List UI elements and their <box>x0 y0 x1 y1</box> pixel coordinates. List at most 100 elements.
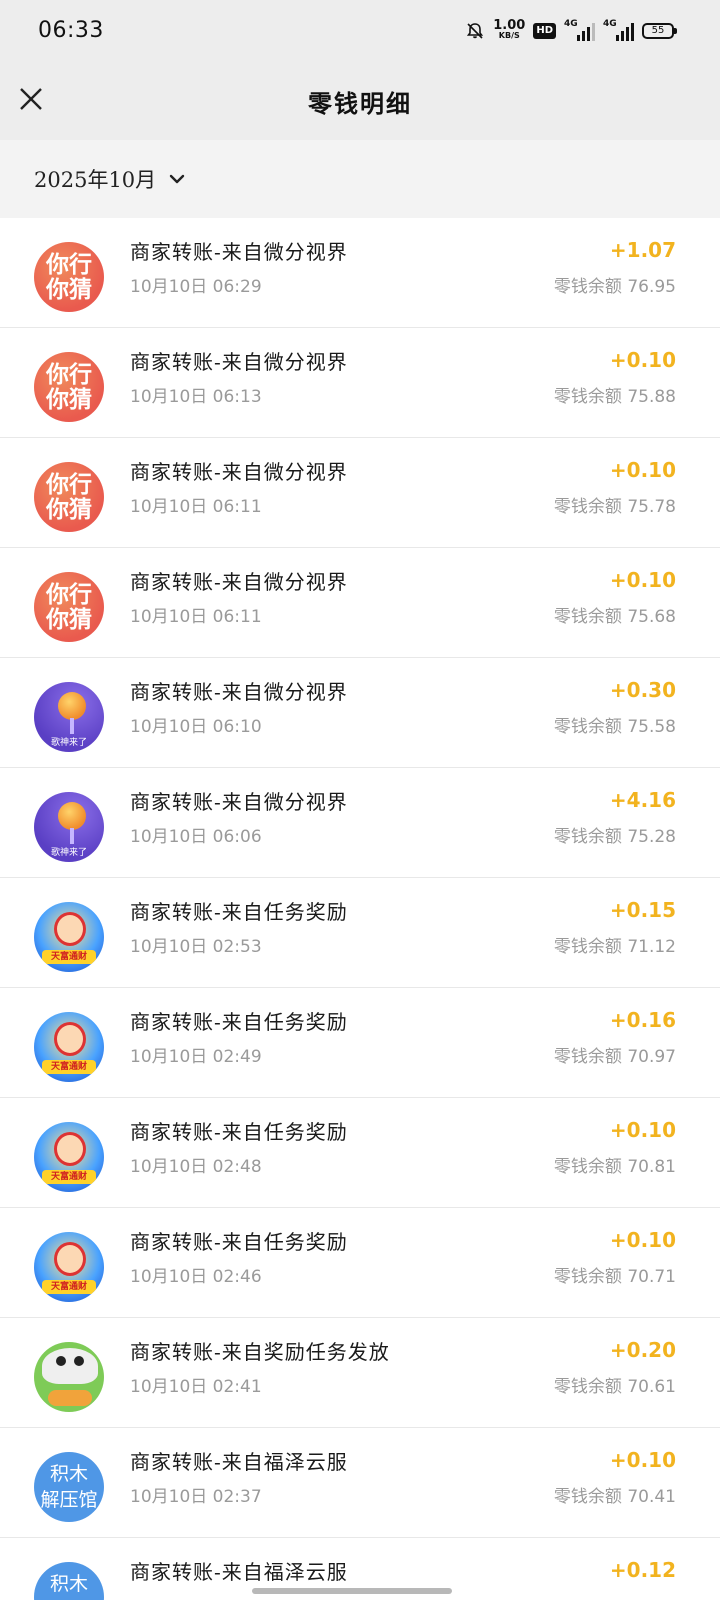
transaction-balance: 零钱余额 70.97 <box>553 1047 676 1067</box>
signal-label-sim1: 4G <box>564 19 578 29</box>
frog-veg <box>48 1390 92 1406</box>
merchant-avatar-fortune-god: 天富通财 <box>34 1122 104 1192</box>
transaction-row[interactable]: 积木 解压馆 商家转账-来自福泽云服 10月10日 02:37 +0.10 零钱余额 70… <box>0 1428 720 1538</box>
microphone-stem <box>70 718 74 734</box>
status-bar: 06:33 1.00 KB/S HD 4G 4G 55 <box>0 0 720 62</box>
transaction-row[interactable]: 歌神来了 商家转账-来自微分视界 10月10日 06:10 +0.30 零钱余额 75.… <box>0 658 720 768</box>
fortune-god-face <box>54 1022 86 1056</box>
avatar-caption: 天富通财 <box>42 1060 96 1074</box>
avatar-text-line1: 积木 <box>49 1573 88 1595</box>
transaction-time: 10月10日 02:37 <box>130 1487 262 1507</box>
avatar-text-line2: 你猜 <box>46 496 92 523</box>
avatar-text-line1: 你行 <box>46 251 92 278</box>
status-time: 06:33 <box>38 18 104 43</box>
fortune-god-face <box>54 1242 86 1276</box>
merchant-avatar-blocks: 积木解压馆 <box>34 1452 104 1522</box>
transaction-title: 商家转账-来自微分视界 <box>130 240 348 264</box>
fortune-god-face <box>54 1132 86 1166</box>
network-speed-value: 1.00 <box>493 18 526 33</box>
transaction-amount: +0.12 <box>609 1558 676 1582</box>
transaction-title: 商家转账-来自微分视界 <box>130 460 348 484</box>
transaction-title: 商家转账-来自任务奖励 <box>130 1010 348 1034</box>
transaction-amount: +0.15 <box>609 898 676 922</box>
transaction-time: 10月10日 02:46 <box>130 1267 262 1287</box>
merchant-avatar-guess: 你行 你猜 <box>34 242 104 312</box>
transaction-row[interactable]: 天富通财 商家转账-来自任务奖励 10月10日 02:53 +0.15 零钱余额 71.… <box>0 878 720 988</box>
transaction-title: 商家转账-来自奖励任务发放 <box>130 1340 390 1364</box>
microphone-icon <box>58 692 86 720</box>
transaction-balance: 零钱余额 75.58 <box>553 717 676 737</box>
transaction-title: 商家转账-来自微分视界 <box>130 570 348 594</box>
signal-icon-sim2: 4G <box>603 19 634 41</box>
network-speed: 1.00 KB/S <box>493 18 526 41</box>
wallet-change-detail-page: 06:33 1.00 KB/S HD 4G 4G 55 零钱明细 2025年10… <box>0 0 720 1600</box>
transaction-time: 10月10日 06:06 <box>130 827 262 847</box>
transaction-title: 商家转账-来自微分视界 <box>130 790 348 814</box>
merchant-avatar-fortune-god: 天富通财 <box>34 1232 104 1302</box>
signal-icon-sim1: 4G <box>564 19 595 41</box>
page-title: 零钱明细 <box>308 89 412 118</box>
avatar-text-line2: 你猜 <box>46 606 92 633</box>
transaction-amount: +0.10 <box>609 1118 676 1142</box>
avatar-caption: 歌神来了 <box>50 848 87 858</box>
merchant-avatar-fortune-god: 天富通财 <box>34 1012 104 1082</box>
transaction-amount: +0.30 <box>609 678 676 702</box>
hd-voice-icon: HD <box>533 23 556 39</box>
avatar-text-line1: 你行 <box>46 581 92 608</box>
transaction-row[interactable]: 天富通财 商家转账-来自任务奖励 10月10日 02:49 +0.16 零钱余额 70.… <box>0 988 720 1098</box>
merchant-avatar-guess: 你行 你猜 <box>34 572 104 642</box>
status-icons: 1.00 KB/S HD 4G 4G 55 <box>465 18 677 44</box>
transaction-list: 你行 你猜 商家转账-来自微分视界 10月10日 06:29 +1.07 零钱余额 76.… <box>0 218 720 1600</box>
transaction-title: 商家转账-来自任务奖励 <box>130 1230 348 1254</box>
transaction-amount: +0.10 <box>609 458 676 482</box>
transaction-balance: 零钱余额 70.81 <box>553 1157 676 1177</box>
avatar-caption: 天富通财 <box>42 1280 96 1294</box>
avatar-text-line1: 积木 <box>49 1463 88 1485</box>
microphone-icon <box>58 802 86 830</box>
month-selector[interactable]: 2025年10月 <box>34 164 186 194</box>
transaction-title: 商家转账-来自微分视界 <box>130 350 348 374</box>
merchant-avatar-frog <box>34 1342 104 1412</box>
avatar-text-line1: 你行 <box>46 361 92 388</box>
transaction-amount: +0.16 <box>609 1008 676 1032</box>
microphone-stem <box>70 828 74 844</box>
transaction-title: 商家转账-来自福泽云服 <box>130 1450 348 1474</box>
signal-label-sim2: 4G <box>603 19 617 29</box>
transaction-balance: 零钱余额 71.12 <box>553 937 676 957</box>
transaction-title: 商家转账-来自任务奖励 <box>130 900 348 924</box>
transaction-row[interactable]: 你行 你猜 商家转账-来自微分视界 10月10日 06:29 +1.07 零钱余额 76.… <box>0 218 720 328</box>
frog-e2 <box>74 1356 84 1366</box>
transaction-time: 10月10日 02:48 <box>130 1157 262 1177</box>
bell-muted-icon <box>467 23 484 39</box>
transaction-amount: +0.10 <box>609 1228 676 1252</box>
transaction-time: 10月10日 06:29 <box>130 277 262 297</box>
transaction-row[interactable]: 歌神来了 商家转账-来自微分视界 10月10日 06:06 +4.16 零钱余额 75.… <box>0 768 720 878</box>
title-bar: 零钱明细 <box>0 62 720 140</box>
transaction-row[interactable]: 你行 你猜 商家转账-来自微分视界 10月10日 06:11 +0.10 零钱余额 75.… <box>0 438 720 548</box>
month-filter-bar: 2025年10月 <box>0 140 720 218</box>
avatar-text-line2: 你猜 <box>46 276 92 303</box>
network-speed-unit: KB/S <box>498 31 520 40</box>
merchant-avatar-singer: 歌神来了 <box>34 792 104 862</box>
transaction-balance: 零钱余额 70.71 <box>553 1267 676 1287</box>
avatar-text-line1: 你行 <box>46 471 92 498</box>
home-indicator[interactable] <box>252 1588 452 1594</box>
avatar-caption: 天富通财 <box>42 1170 96 1184</box>
battery-level: 55 <box>651 25 665 36</box>
transaction-amount: +0.10 <box>609 568 676 592</box>
transaction-row[interactable]: 你行 你猜 商家转账-来自微分视界 10月10日 06:13 +0.10 零钱余额 75.… <box>0 328 720 438</box>
transaction-amount: +1.07 <box>609 238 676 262</box>
transaction-balance: 零钱余额 75.78 <box>553 497 676 517</box>
transaction-time: 10月10日 06:11 <box>130 497 262 517</box>
transaction-row[interactable]: 你行 你猜 商家转账-来自微分视界 10月10日 06:11 +0.10 零钱余额 75.… <box>0 548 720 658</box>
merchant-avatar-blocks: 积木解压馆 <box>34 1562 104 1600</box>
merchant-avatar-singer: 歌神来了 <box>34 682 104 752</box>
transaction-amount: +0.20 <box>609 1338 676 1362</box>
transaction-balance: 零钱余额 70.61 <box>553 1377 676 1397</box>
transaction-row[interactable]: 天富通财 商家转账-来自任务奖励 10月10日 02:48 +0.10 零钱余额 70.… <box>0 1098 720 1208</box>
merchant-avatar-guess: 你行 你猜 <box>34 462 104 532</box>
transaction-row[interactable]: 商家转账-来自奖励任务发放 10月10日 02:41 +0.20 零钱余额 70.61 <box>0 1318 720 1428</box>
transaction-amount: +0.10 <box>609 1448 676 1472</box>
transaction-balance: 零钱余额 75.68 <box>553 607 676 627</box>
transaction-row[interactable]: 天富通财 商家转账-来自任务奖励 10月10日 02:46 +0.10 零钱余额 70.… <box>0 1208 720 1318</box>
